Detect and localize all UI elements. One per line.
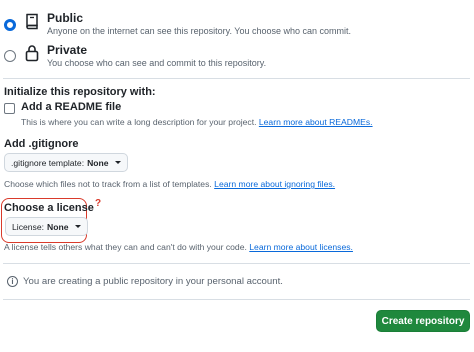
readme-label[interactable]: Add a README file — [21, 101, 121, 113]
gitignore-help-text: Choose which files not to track from a l… — [4, 179, 212, 189]
divider — [3, 299, 470, 300]
gitignore-learn-more-link[interactable]: Learn more about ignoring files. — [214, 179, 335, 189]
license-dropdown[interactable]: License: None — [5, 217, 88, 236]
readme-help: This is where you can write a long descr… — [21, 117, 373, 127]
private-radio[interactable] — [4, 50, 16, 62]
gitignore-dropdown[interactable]: .gitignore template: None — [4, 153, 128, 172]
initialize-title: Initialize this repository with: — [4, 86, 156, 98]
public-description: Anyone on the internet can see this repo… — [47, 26, 352, 36]
create-repository-button[interactable]: Create repository — [376, 310, 470, 332]
license-dropdown-prefix: License: — [12, 221, 45, 232]
gitignore-dropdown-prefix: .gitignore template: — [11, 157, 85, 168]
gitignore-title: Add .gitignore — [4, 138, 79, 150]
repo-icon — [26, 13, 38, 30]
license-question-mark: ? — [95, 198, 102, 209]
private-label[interactable]: Private — [47, 43, 87, 57]
chevron-down-icon — [114, 161, 121, 164]
readme-learn-more-link[interactable]: Learn more about READMEs. — [259, 117, 373, 127]
license-help-text: A license tells others what they can and… — [4, 242, 247, 252]
readme-help-text: This is where you can write a long descr… — [21, 117, 257, 127]
license-title: Choose a license — [4, 202, 94, 214]
lock-icon — [25, 45, 39, 62]
divider — [3, 263, 470, 264]
license-learn-more-link[interactable]: Learn more about licenses. — [249, 242, 353, 252]
license-help: A license tells others what they can and… — [4, 242, 353, 252]
chevron-down-icon — [74, 225, 81, 228]
gitignore-dropdown-value: None — [87, 157, 109, 168]
public-radio[interactable] — [4, 19, 16, 31]
divider — [3, 78, 470, 79]
info-icon: i — [7, 276, 18, 287]
info-text: You are creating a public repository in … — [23, 276, 283, 287]
license-dropdown-value: None — [47, 221, 69, 232]
gitignore-help: Choose which files not to track from a l… — [4, 179, 335, 189]
readme-checkbox[interactable] — [4, 103, 15, 114]
public-label[interactable]: Public — [47, 11, 83, 25]
private-description: You choose who can see and commit to thi… — [47, 58, 267, 68]
